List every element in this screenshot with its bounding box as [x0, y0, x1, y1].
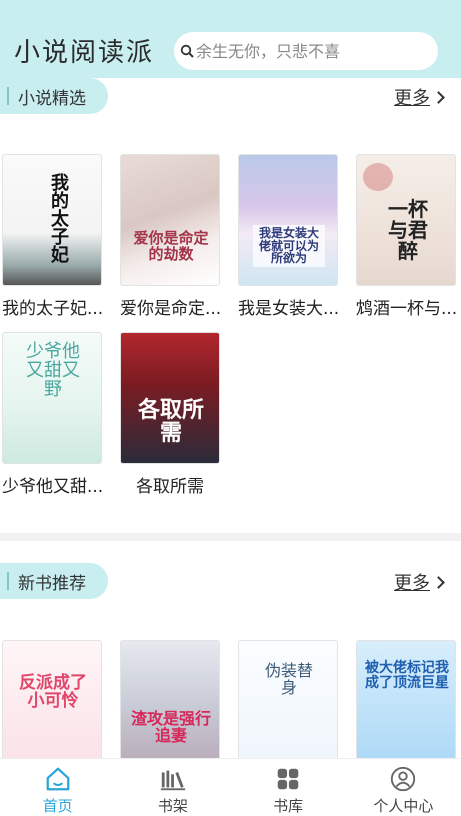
book-cover-text: 各取所需 [137, 397, 204, 447]
search-icon [180, 44, 194, 58]
section-divider [0, 533, 461, 541]
more-link-label: 更多 [394, 88, 430, 109]
book-cover-text: 伪装替身 [265, 661, 314, 697]
section-title-bar [7, 87, 9, 105]
section-title: 小说精选 [18, 88, 86, 109]
book-card[interactable]: 我是女装大佬就可以为所欲为 我是女装大... [238, 154, 340, 319]
section-title: 新书推荐 [18, 573, 86, 594]
book-cover-text: 我的太子妃 [48, 173, 69, 263]
section-new-header: 新书推荐 更多 [0, 563, 461, 599]
book-cover-text: 少爷他又甜又野 [26, 341, 80, 400]
search-input[interactable] [196, 41, 426, 61]
app-title: 小说阅读派 [14, 38, 155, 68]
book-card[interactable]: 各取所需 各取所需 [120, 332, 222, 497]
book-card[interactable]: 一杯与君醉 鸩酒一杯与... [356, 154, 458, 319]
chevron-right-icon [432, 90, 445, 104]
book-cover[interactable]: 渣攻是强行追妻 [120, 640, 220, 772]
section-title-pill: 新书推荐 [0, 563, 108, 599]
book-cover[interactable]: 伪装替身 [238, 640, 338, 772]
book-card[interactable]: 我的太子妃 我的太子妃... [2, 154, 104, 319]
app-header: 小说阅读派 [0, 0, 461, 78]
tab-home[interactable]: 首页 [0, 759, 115, 816]
tab-label: 书库 [273, 797, 304, 815]
book-cover-text: 渣攻是强行追妻 [131, 709, 212, 745]
book-cover[interactable]: 少爷他又甜又野 [2, 332, 102, 464]
book-cover[interactable]: 我是女装大佬就可以为所欲为 [238, 154, 338, 286]
more-link-label: 更多 [394, 573, 430, 594]
book-title[interactable]: 少爷他又甜... [2, 472, 114, 497]
book-cover[interactable]: 一杯与君醉 [356, 154, 456, 286]
book-cover-text: 一杯与君醉 [388, 197, 428, 263]
tab-label: 首页 [42, 797, 73, 815]
chevron-right-icon [432, 575, 445, 589]
tab-library[interactable]: 书库 [231, 759, 346, 816]
book-card[interactable]: 渣攻是强行追妻 [120, 640, 222, 772]
tab-bookshelf[interactable]: 书架 [115, 759, 230, 816]
more-link-featured[interactable]: 更多 [394, 84, 445, 110]
book-card[interactable]: 伪装替身 [238, 640, 340, 772]
book-cover-text: 爱你是命定的劫数 [133, 229, 209, 263]
home-icon [46, 767, 70, 791]
grid-icon [277, 768, 299, 790]
section-title-pill: 小说精选 [0, 78, 108, 114]
book-cover[interactable]: 我的太子妃 [2, 154, 102, 286]
bookshelf-icon [160, 770, 186, 791]
book-card[interactable]: 少爷他又甜又野 少爷他又甜... [2, 332, 104, 497]
more-link-new[interactable]: 更多 [394, 569, 445, 595]
section-featured-header: 小说精选 更多 [0, 78, 461, 114]
book-card[interactable]: 反派成了小可怜 [2, 640, 104, 772]
book-card[interactable]: 被大佬标记我成了顶流巨星 [356, 640, 458, 772]
book-title[interactable]: 爱你是命定... [120, 294, 232, 319]
book-cover[interactable]: 反派成了小可怜 [2, 640, 102, 772]
book-title[interactable]: 我的太子妃... [2, 294, 114, 319]
tab-label: 个人中心 [373, 797, 434, 815]
cover-decoration [363, 163, 393, 191]
tab-profile[interactable]: 个人中心 [346, 759, 461, 816]
book-title[interactable]: 鸩酒一杯与... [356, 294, 461, 319]
search-box[interactable] [174, 32, 438, 70]
tab-label: 书架 [157, 797, 188, 815]
book-cover[interactable]: 爱你是命定的劫数 [120, 154, 220, 286]
user-icon [391, 766, 416, 792]
book-title[interactable]: 各取所需 [120, 472, 220, 497]
book-cover-text: 反派成了小可怜 [19, 673, 87, 711]
book-cover[interactable]: 各取所需 [120, 332, 220, 464]
book-cover-text: 我是女装大佬就可以为所欲为 [253, 225, 325, 267]
book-card[interactable]: 爱你是命定的劫数 爱你是命定... [120, 154, 222, 319]
book-title[interactable]: 我是女装大... [238, 294, 350, 319]
section-title-bar [7, 572, 9, 590]
book-cover-text: 被大佬标记我成了顶流巨星 [365, 660, 449, 691]
bottom-tab-bar: 首页 书架 书库 个人中心 [0, 758, 461, 816]
book-cover[interactable]: 被大佬标记我成了顶流巨星 [356, 640, 456, 772]
